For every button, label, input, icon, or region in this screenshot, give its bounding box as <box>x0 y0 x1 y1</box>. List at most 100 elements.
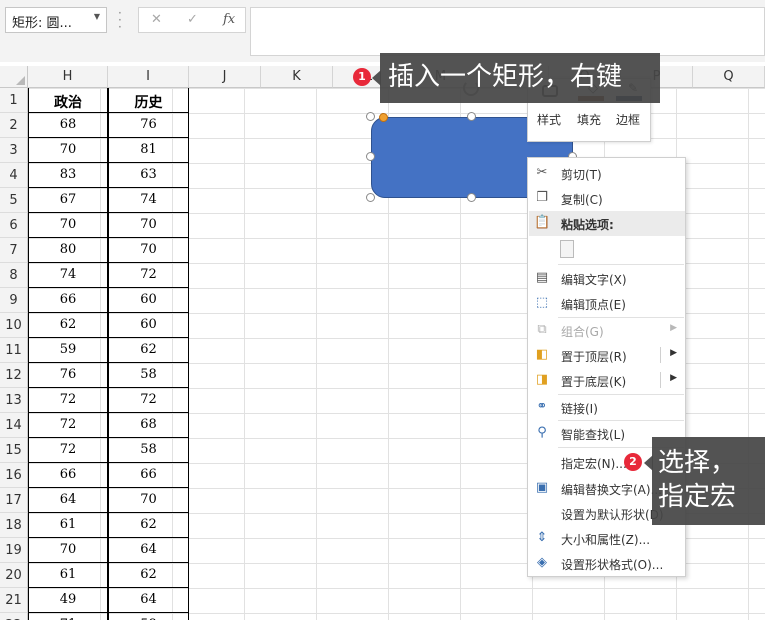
resize-handle-top-left[interactable] <box>366 112 375 121</box>
cell-politics[interactable]: 66 <box>28 463 108 488</box>
cell-history[interactable]: 72 <box>108 388 189 413</box>
row-header[interactable]: 8 <box>0 263 28 288</box>
cell-history[interactable]: 70 <box>108 488 189 513</box>
cell-politics[interactable]: 61 <box>28 563 108 588</box>
cell-politics[interactable]: 64 <box>28 488 108 513</box>
cell-politics[interactable]: 49 <box>28 588 108 613</box>
menu-item-format-shape[interactable]: ◈ 设置形状格式(O)... <box>529 551 685 576</box>
cell-history[interactable]: 68 <box>108 413 189 438</box>
cell-history[interactable]: 64 <box>108 538 189 563</box>
corner-adjust-handle[interactable] <box>379 113 388 122</box>
row-header[interactable]: 19 <box>0 538 28 563</box>
row-header[interactable]: 6 <box>0 213 28 238</box>
callout-step-2-line1: 选择， <box>658 448 737 478</box>
row-header[interactable]: 13 <box>0 388 28 413</box>
insert-function-icon[interactable]: fx <box>223 12 235 27</box>
cell-history[interactable]: 62 <box>108 338 189 363</box>
cell-politics[interactable]: 66 <box>28 288 108 313</box>
cell-politics[interactable]: 70 <box>28 538 108 563</box>
column-header-j[interactable]: J <box>189 66 261 88</box>
cell-politics[interactable]: 70 <box>28 138 108 163</box>
cell-history[interactable]: 81 <box>108 138 189 163</box>
column-header-q[interactable]: Q <box>693 66 765 88</box>
cell-politics[interactable]: 67 <box>28 188 108 213</box>
row-header[interactable]: 22 <box>0 613 28 620</box>
enter-icon[interactable]: ✓ <box>187 12 198 27</box>
select-all-button[interactable] <box>0 66 28 88</box>
cell-history[interactable]: 58 <box>108 438 189 463</box>
menu-label-edit-text: 编辑文字(X) <box>561 273 627 287</box>
cell-politics[interactable]: 80 <box>28 238 108 263</box>
row-header[interactable]: 21 <box>0 588 28 613</box>
row-header[interactable]: 20 <box>0 563 28 588</box>
row-header[interactable]: 1 <box>0 88 28 113</box>
row-header[interactable]: 10 <box>0 313 28 338</box>
cell-politics[interactable]: 72 <box>28 413 108 438</box>
cell-history[interactable]: 74 <box>108 188 189 213</box>
cell-politics[interactable]: 76 <box>28 363 108 388</box>
cell-politics[interactable]: 72 <box>28 388 108 413</box>
row-header[interactable]: 14 <box>0 413 28 438</box>
cell-politics[interactable]: 74 <box>28 263 108 288</box>
row-header[interactable]: 3 <box>0 138 28 163</box>
cell-history[interactable]: 64 <box>108 588 189 613</box>
row-header[interactable]: 15 <box>0 438 28 463</box>
row-header[interactable]: 18 <box>0 513 28 538</box>
column-header-h[interactable]: H <box>28 66 108 88</box>
row-header[interactable]: 7 <box>0 238 28 263</box>
menu-item-link[interactable]: ⚭ 链接(I) <box>529 395 685 420</box>
cell-history[interactable]: 62 <box>108 513 189 538</box>
cell-history[interactable]: 66 <box>108 463 189 488</box>
row-header[interactable]: 16 <box>0 463 28 488</box>
cell-history[interactable]: 62 <box>108 563 189 588</box>
cell-politics[interactable]: 62 <box>28 313 108 338</box>
cell-politics[interactable]: 72 <box>28 438 108 463</box>
cell-history[interactable]: 63 <box>108 163 189 188</box>
more-options-icon[interactable]: · · · <box>118 7 122 33</box>
cell-politics[interactable]: 70 <box>28 213 108 238</box>
cell-history[interactable]: 58 <box>108 363 189 388</box>
paste-option-button[interactable] <box>558 238 580 262</box>
menu-item-send-to-back[interactable]: ◨ 置于底层(K) ▶ <box>529 368 685 393</box>
menu-item-bring-to-front[interactable]: ◧ 置于顶层(R) ▶ <box>529 343 685 368</box>
cell-politics[interactable]: 68 <box>28 113 108 138</box>
cell-history[interactable]: 70 <box>108 238 189 263</box>
menu-item-size-properties[interactable]: ⇕ 大小和属性(Z)... <box>529 526 685 551</box>
header-cell-politics[interactable]: 政治 <box>28 88 108 113</box>
row-header[interactable]: 11 <box>0 338 28 363</box>
row-header[interactable]: 17 <box>0 488 28 513</box>
row-header[interactable]: 9 <box>0 288 28 313</box>
resize-handle-top[interactable] <box>467 112 476 121</box>
cell-history[interactable]: 60 <box>108 313 189 338</box>
resize-handle-bottom[interactable] <box>467 193 476 202</box>
submenu-arrow-icon[interactable]: ▶ <box>670 348 677 358</box>
name-box[interactable]: 矩形: 圆... ▼ <box>5 7 107 33</box>
menu-item-copy[interactable]: ❐ 复制(C) <box>529 186 685 211</box>
cell-history[interactable]: 60 <box>108 288 189 313</box>
cell-politics[interactable]: 83 <box>28 163 108 188</box>
cell-history[interactable]: 70 <box>108 213 189 238</box>
header-cell-history[interactable]: 历史 <box>108 88 189 113</box>
cell-history[interactable]: 76 <box>108 113 189 138</box>
column-header-k[interactable]: K <box>261 66 333 88</box>
cell-history[interactable]: 58 <box>108 613 189 620</box>
row-header[interactable]: 12 <box>0 363 28 388</box>
cell-history[interactable]: 72 <box>108 263 189 288</box>
split-divider <box>660 372 661 388</box>
chevron-down-icon[interactable]: ▼ <box>94 12 100 21</box>
row-header[interactable]: 2 <box>0 113 28 138</box>
cell-politics[interactable]: 71 <box>28 613 108 620</box>
resize-handle-left[interactable] <box>366 152 375 161</box>
submenu-arrow-icon[interactable]: ▶ <box>670 373 677 383</box>
menu-item-edit-points[interactable]: ⬚ 编辑顶点(E) <box>529 291 685 316</box>
row-header[interactable]: 5 <box>0 188 28 213</box>
cancel-icon[interactable]: ✕ <box>151 12 162 27</box>
row-header[interactable]: 4 <box>0 163 28 188</box>
column-header-i[interactable]: I <box>108 66 189 88</box>
resize-handle-bottom-left[interactable] <box>366 193 375 202</box>
menu-item-edit-text[interactable]: ▤ 编辑文字(X) <box>529 266 685 291</box>
cell-politics[interactable]: 59 <box>28 338 108 363</box>
formula-input[interactable] <box>250 7 765 56</box>
menu-item-cut[interactable]: ✂ 剪切(T) <box>529 161 685 186</box>
cell-politics[interactable]: 61 <box>28 513 108 538</box>
